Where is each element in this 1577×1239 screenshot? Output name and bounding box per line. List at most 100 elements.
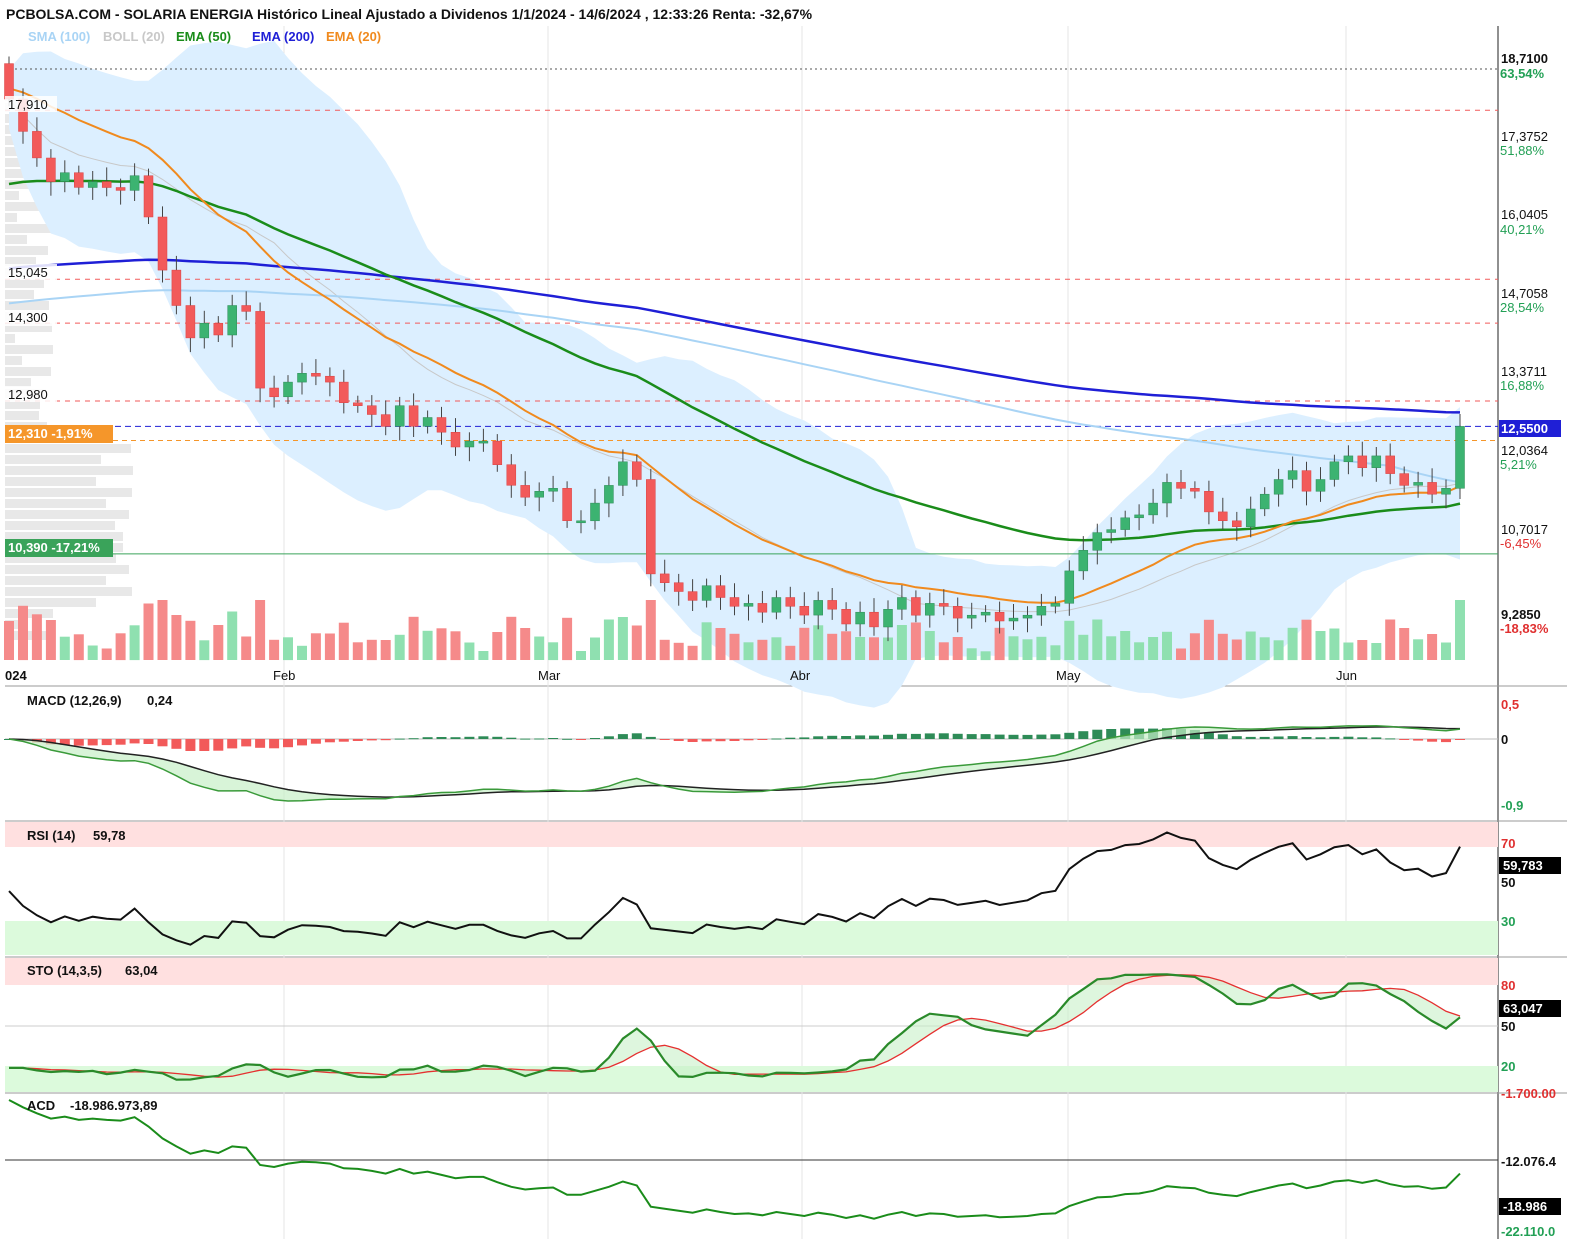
macd-histogram-bar bbox=[1427, 739, 1438, 742]
macd-histogram-bar bbox=[659, 739, 670, 740]
axis-price-0: 18,7100 bbox=[1501, 51, 1548, 66]
volume-bar bbox=[143, 603, 154, 660]
macd-histogram-bar bbox=[520, 738, 531, 740]
reference-box-label: 12,310 -1,91% bbox=[8, 426, 93, 441]
axis-price-1: 17,3752 bbox=[1501, 129, 1548, 144]
acd-tick-bottom: -22.110.0 bbox=[1501, 1224, 1555, 1239]
volume-bar bbox=[310, 633, 321, 660]
macd-histogram-bar bbox=[1385, 738, 1396, 740]
axis-pct-3: 28,54% bbox=[1500, 300, 1545, 315]
macd-histogram-bar bbox=[269, 739, 280, 749]
candle-body bbox=[1259, 493, 1270, 510]
volume-bar bbox=[115, 633, 126, 661]
volume-bar bbox=[241, 636, 252, 660]
volume-bar bbox=[1008, 636, 1019, 661]
candle-body bbox=[1106, 529, 1116, 533]
candle-body bbox=[520, 485, 530, 498]
volume-bar bbox=[1343, 642, 1354, 660]
candle-body bbox=[1134, 514, 1144, 519]
candle-body bbox=[143, 175, 154, 218]
macd-histogram-bar bbox=[966, 734, 977, 739]
profile-bar bbox=[5, 455, 101, 464]
volume-bar bbox=[534, 636, 545, 660]
volume-bar bbox=[408, 616, 419, 660]
candle-body bbox=[1036, 606, 1047, 616]
macd-histogram-bar bbox=[1078, 731, 1089, 739]
volume-bar bbox=[952, 637, 963, 660]
macd-histogram-bar bbox=[185, 739, 196, 751]
volume-bar bbox=[1301, 619, 1312, 660]
macd-histogram-bar bbox=[1050, 734, 1061, 739]
volume-bar bbox=[366, 639, 377, 661]
candle-body bbox=[1148, 502, 1158, 516]
volume-bar bbox=[896, 625, 907, 660]
volume-bar bbox=[101, 648, 112, 660]
candle-body bbox=[367, 405, 377, 415]
candle-body bbox=[897, 597, 907, 610]
macd-histogram-bar bbox=[883, 734, 893, 739]
volume-bar bbox=[1022, 639, 1033, 660]
level-label-17910: 17,910 bbox=[8, 97, 48, 112]
axis-pct-5: 5,21% bbox=[1500, 457, 1537, 472]
candle-body bbox=[1050, 603, 1061, 607]
macd-histogram-bar bbox=[938, 733, 949, 739]
macd-histogram-bar bbox=[310, 739, 321, 744]
macd-histogram-bar bbox=[1357, 737, 1368, 739]
volume-bar bbox=[59, 636, 70, 660]
volume-bar bbox=[157, 600, 168, 660]
macd-histogram-bar bbox=[1217, 734, 1228, 739]
sto-overbought-zone bbox=[5, 958, 1498, 985]
candle-body bbox=[883, 609, 893, 628]
volume-bar bbox=[227, 611, 238, 660]
macd-histogram-bar bbox=[576, 739, 586, 740]
volume-bar bbox=[1189, 633, 1200, 661]
macd-histogram-bar bbox=[1441, 739, 1451, 743]
volume-bar bbox=[729, 633, 740, 661]
volume-bar bbox=[1273, 640, 1284, 661]
sto-label: STO (14,3,5) bbox=[27, 963, 102, 978]
candle-body bbox=[506, 464, 517, 486]
candle-body bbox=[799, 606, 810, 616]
volume-bar bbox=[478, 651, 489, 660]
candle-body bbox=[659, 573, 670, 583]
volume-bar bbox=[1231, 639, 1242, 660]
candle-body bbox=[241, 305, 251, 312]
volume-bar bbox=[31, 614, 42, 660]
volume-bar bbox=[576, 651, 586, 660]
profile-bar bbox=[5, 290, 34, 299]
volume-bar bbox=[631, 625, 642, 660]
macd-histogram-bar bbox=[687, 739, 698, 742]
volume-bar bbox=[687, 645, 698, 661]
candle-body bbox=[46, 157, 56, 182]
macd-histogram-bar bbox=[227, 739, 238, 749]
profile-bar bbox=[5, 477, 96, 486]
axis-price-7: 9,2850 bbox=[1501, 607, 1541, 622]
candle-body bbox=[1329, 461, 1340, 480]
candle-body bbox=[715, 585, 726, 598]
volume-bar bbox=[910, 622, 921, 660]
profile-bar bbox=[5, 411, 39, 420]
macd-histogram-bar bbox=[1022, 734, 1033, 739]
acd-panel: ACD -18.986.973,89 -1.700.00 -12.076.4 -… bbox=[5, 1086, 1561, 1239]
candle-body bbox=[1232, 520, 1242, 527]
volume-bar bbox=[757, 639, 768, 661]
candle-body bbox=[534, 491, 544, 498]
axis-pct-7: -18,83% bbox=[1500, 621, 1549, 636]
volume-bar bbox=[1427, 634, 1438, 660]
profile-bar bbox=[5, 587, 132, 596]
macd-histogram-bar bbox=[87, 739, 98, 746]
volume-bar bbox=[45, 620, 56, 660]
volume-bar bbox=[394, 634, 405, 660]
candle-body bbox=[283, 381, 293, 398]
volume-bar bbox=[1217, 633, 1228, 661]
volume-bar bbox=[506, 616, 517, 660]
candle-body bbox=[464, 440, 475, 448]
volume-bar bbox=[1203, 619, 1214, 660]
rsi-overbought-zone bbox=[5, 822, 1498, 847]
candle-body bbox=[1273, 479, 1284, 495]
profile-bar bbox=[5, 510, 129, 519]
volume-bar bbox=[1399, 628, 1410, 660]
macd-histogram-bar bbox=[743, 739, 754, 741]
candle-body bbox=[1218, 511, 1228, 521]
candle-body bbox=[646, 479, 656, 575]
